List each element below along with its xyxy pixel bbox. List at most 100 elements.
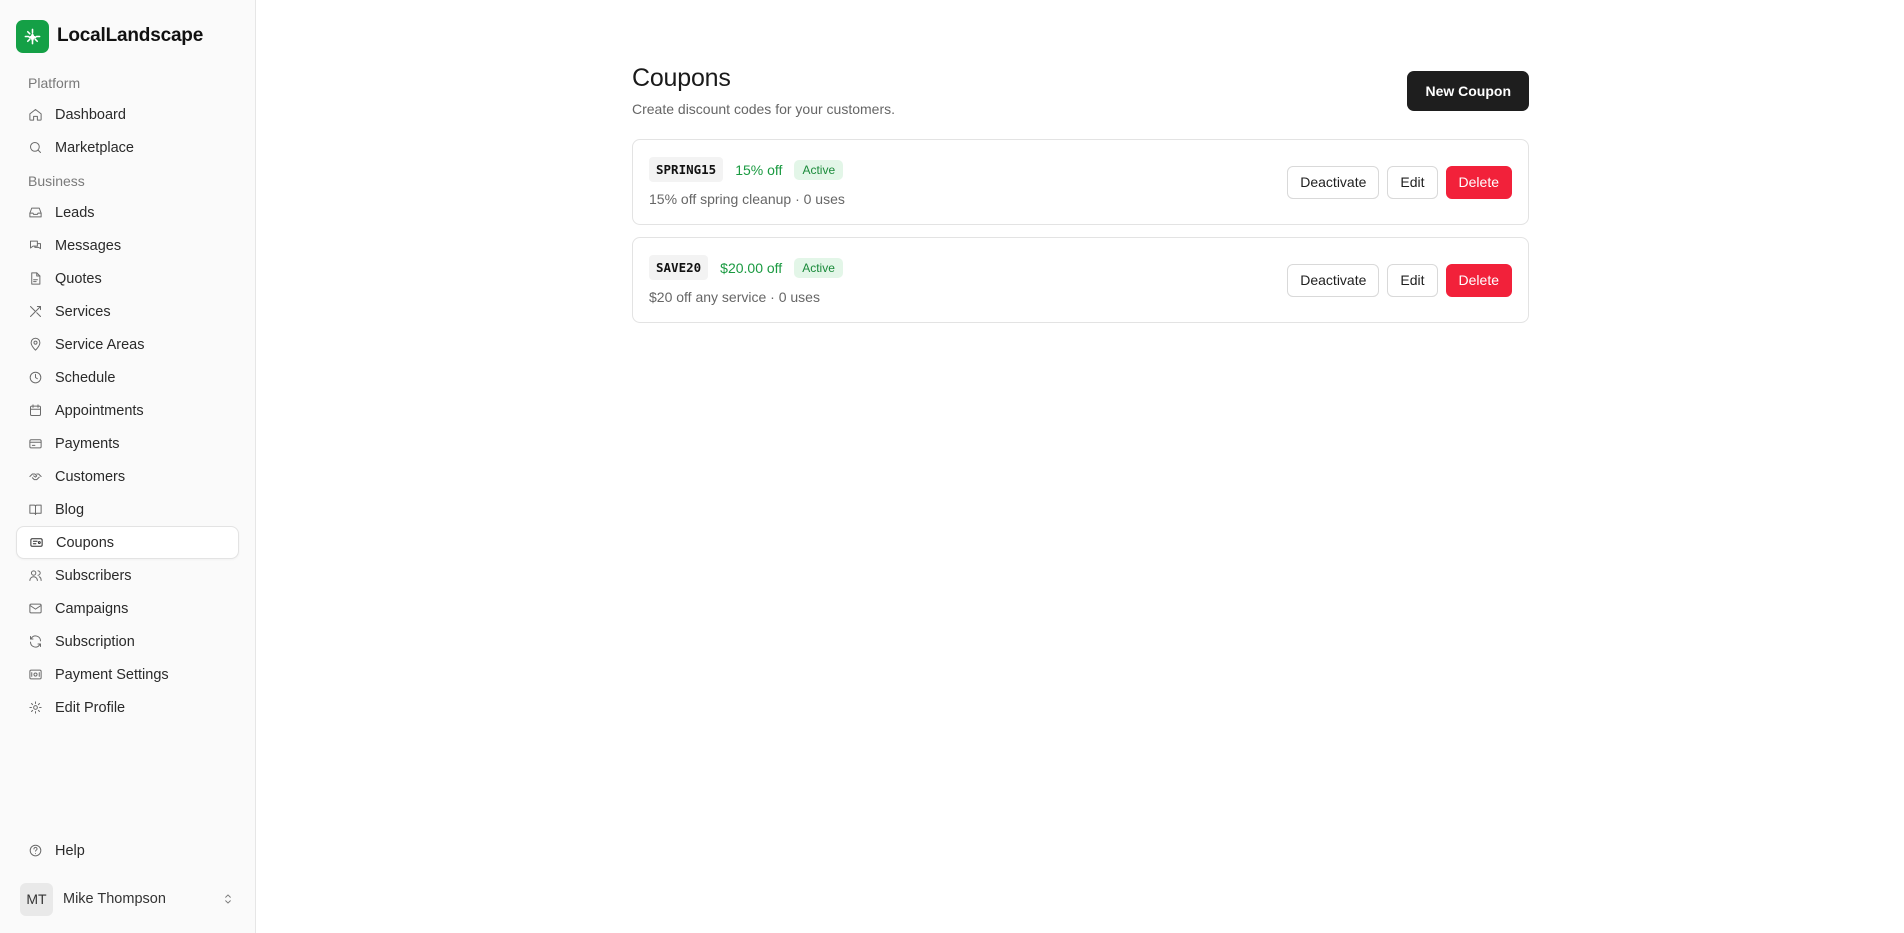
coupon-discount: 15% off <box>735 161 783 178</box>
user-name: Mike Thompson <box>63 891 166 907</box>
nav-business: Leads Messages Quotes Services Service A… <box>16 196 239 724</box>
sidebar-item-label: Quotes <box>55 270 102 287</box>
edit-button[interactable]: Edit <box>1387 263 1438 297</box>
deactivate-button[interactable]: Deactivate <box>1287 263 1380 297</box>
page-subtitle: Create discount codes for your customers… <box>632 101 896 117</box>
coupon-info: SAVE20 $20.00 off Active $20 off any ser… <box>649 255 843 305</box>
sidebar-item-label: Messages <box>55 237 122 254</box>
deactivate-button[interactable]: Deactivate <box>1287 165 1380 199</box>
sidebar-item-label: Help <box>55 842 85 859</box>
clock-icon <box>29 371 42 384</box>
sidebar-item-label: Service Areas <box>55 336 145 353</box>
sidebar-item-label: Campaigns <box>55 600 129 617</box>
sidebar: LocalLandscape Platform Dashboard Market… <box>0 0 256 933</box>
sidebar-item-label: Payments <box>55 435 120 452</box>
coupon-description: 15% off spring cleanup · 0 uses <box>649 191 845 207</box>
coupon-card: SPRING15 15% off Active 15% off spring c… <box>632 139 1529 225</box>
sidebar-item-label: Payment Settings <box>55 666 169 683</box>
sidebar-item-label: Appointments <box>55 402 144 419</box>
delete-button[interactable]: Delete <box>1445 263 1512 297</box>
status-badge: Active <box>794 159 844 180</box>
home-icon <box>29 109 42 121</box>
section-label-platform: Platform <box>28 75 81 91</box>
gear-icon <box>29 701 42 714</box>
file-icon <box>31 272 41 285</box>
sidebar-item-subscribers[interactable]: Subscribers <box>16 559 239 592</box>
sidebar-item-payments[interactable]: Payments <box>16 427 239 460</box>
nav-platform: Dashboard Marketplace <box>16 98 239 164</box>
sidebar-item-leads[interactable]: Leads <box>16 196 239 229</box>
sidebar-item-edit-profile[interactable]: Edit Profile <box>16 691 239 724</box>
coupon-header: SPRING15 15% off Active <box>649 157 845 182</box>
sidebar-item-label: Services <box>55 303 111 320</box>
sidebar-item-label: Schedule <box>55 369 116 386</box>
sidebar-item-marketplace[interactable]: Marketplace <box>16 131 239 164</box>
coupon-info: SPRING15 15% off Active 15% off spring c… <box>649 157 845 207</box>
sidebar-item-label: Subscription <box>55 633 135 650</box>
wallet-icon <box>29 669 42 680</box>
book-icon <box>29 504 42 515</box>
sidebar-item-payment-settings[interactable]: Payment Settings <box>16 658 239 691</box>
users-icon <box>29 570 42 581</box>
section-label-business: Business <box>28 173 85 189</box>
coupon-code: SAVE20 <box>649 255 709 280</box>
calendar-icon <box>30 404 41 416</box>
sidebar-item-label: Marketplace <box>55 139 134 156</box>
user-menu[interactable]: MT Mike Thompson <box>16 881 239 917</box>
main-content: Coupons Create discount codes for your c… <box>256 0 1904 933</box>
credit-card-icon <box>29 439 42 449</box>
sidebar-item-subscription[interactable]: Subscription <box>16 625 239 658</box>
sidebar-item-dashboard[interactable]: Dashboard <box>16 98 239 131</box>
chevrons-up-down-icon <box>225 894 231 904</box>
sidebar-item-quotes[interactable]: Quotes <box>16 262 239 295</box>
ticket-icon <box>30 538 43 547</box>
map-pin-icon <box>30 337 41 351</box>
brand-logo-icon <box>16 19 49 53</box>
sidebar-item-services[interactable]: Services <box>16 295 239 328</box>
sidebar-item-appointments[interactable]: Appointments <box>16 394 239 427</box>
brand[interactable]: LocalLandscape <box>16 19 239 53</box>
page-heading: Coupons Create discount codes for your c… <box>632 64 895 117</box>
sidebar-item-label: Dashboard <box>55 106 126 123</box>
coupon-description: $20 off any service · 0 uses <box>649 289 820 305</box>
sidebar-item-label: Customers <box>55 468 126 485</box>
sidebar-item-help[interactable]: Help <box>16 834 239 867</box>
sidebar-item-coupons[interactable]: Coupons <box>16 526 239 559</box>
search-icon <box>30 142 41 153</box>
page-header: Coupons Create discount codes for your c… <box>632 64 1529 117</box>
coupon-discount: $20.00 off <box>720 259 783 276</box>
inbox-icon <box>29 207 42 218</box>
sidebar-item-service-areas[interactable]: Service Areas <box>16 328 239 361</box>
sidebar-item-blog[interactable]: Blog <box>16 493 239 526</box>
sidebar-item-campaigns[interactable]: Campaigns <box>16 592 239 625</box>
avatar: MT <box>20 882 53 916</box>
delete-button[interactable]: Delete <box>1445 165 1512 199</box>
brand-name: LocalLandscape <box>57 25 204 46</box>
coupon-card: SAVE20 $20.00 off Active $20 off any ser… <box>632 237 1529 323</box>
sidebar-item-label: Subscribers <box>55 567 132 584</box>
coupon-code: SPRING15 <box>649 157 724 182</box>
app-shell: LocalLandscape Platform Dashboard Market… <box>0 0 1904 933</box>
sidebar-item-messages[interactable]: Messages <box>16 229 239 262</box>
nav-footer: Help <box>16 834 239 867</box>
sidebar-item-label: Coupons <box>56 534 115 551</box>
coupons-page: Coupons Create discount codes for your c… <box>632 64 1529 335</box>
handshake-icon <box>29 473 42 481</box>
tools-icon <box>30 306 41 317</box>
sidebar-item-schedule[interactable]: Schedule <box>16 361 239 394</box>
coupon-actions: Deactivate Edit Delete <box>1287 165 1512 199</box>
sidebar-item-label: Blog <box>55 501 85 518</box>
status-badge: Active <box>794 257 843 278</box>
new-coupon-button[interactable]: New Coupon <box>1407 71 1529 111</box>
refresh-icon <box>30 635 41 648</box>
coupon-actions: Deactivate Edit Delete <box>1287 263 1512 297</box>
page-title: Coupons <box>632 64 731 92</box>
mail-icon <box>29 603 42 614</box>
sidebar-item-label: Leads <box>55 204 95 221</box>
edit-button[interactable]: Edit <box>1387 165 1438 199</box>
help-icon <box>29 844 42 857</box>
sidebar-item-customers[interactable]: Customers <box>16 460 239 493</box>
messages-icon <box>30 240 41 250</box>
coupon-header: SAVE20 $20.00 off Active <box>649 255 843 280</box>
